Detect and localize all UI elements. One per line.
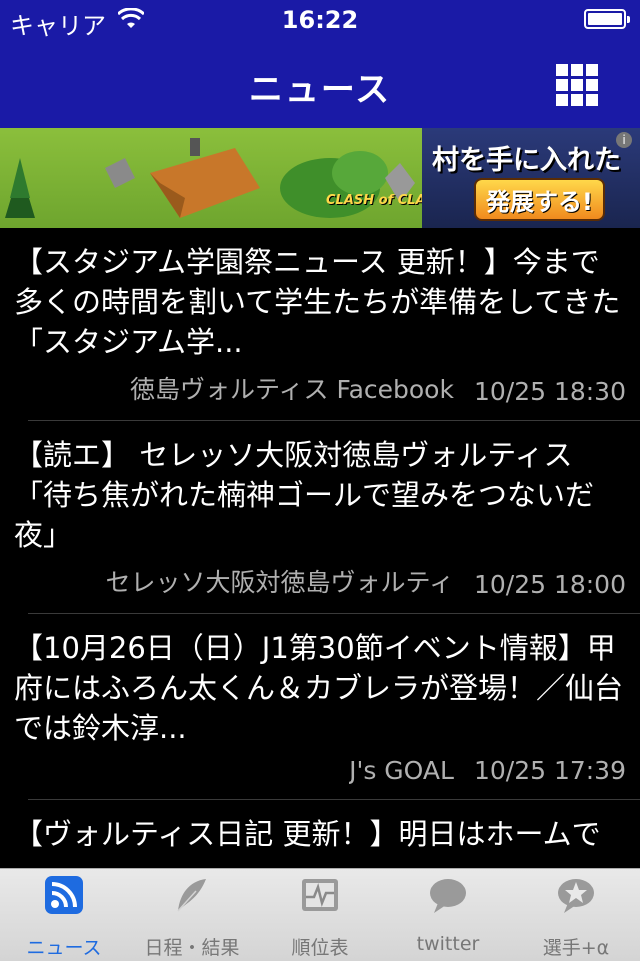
news-source: セレッソ大阪対徳島ヴォルティ xyxy=(105,568,454,597)
news-date: 10/25 17:39 xyxy=(473,756,626,785)
chart-icon xyxy=(302,879,338,911)
news-source: 徳島ヴォルティス Facebook xyxy=(130,375,454,404)
tab-bar: ニュース 日程・結果 順位表 twitter 選手+α xyxy=(0,868,640,961)
news-source: J's GOAL xyxy=(349,756,454,785)
feather-icon xyxy=(177,879,206,912)
battery-icon xyxy=(584,9,630,29)
news-meta: J's GOAL 10/25 17:39 xyxy=(14,756,626,785)
tab-label: 順位表 xyxy=(291,937,349,959)
star-bubble-icon xyxy=(558,879,594,913)
ad-banner[interactable]: CLASH of CLANS 村を手に入れた 発展する! i xyxy=(0,128,640,228)
news-text: 【10月26日（日）J1第30節イベント情報】甲府にはふろん太くん＆カブレラが登… xyxy=(14,631,624,745)
ad-headline: 村を手に入れた xyxy=(432,145,621,176)
tab-label: 選手+α xyxy=(542,937,610,959)
village-illustration xyxy=(5,138,415,218)
status-bar: キャリア 16:22 xyxy=(0,0,640,40)
navigation-bar: ニュース xyxy=(0,40,640,128)
news-item[interactable]: 【10月26日（日）J1第30節イベント情報】甲府にはふろん太くん＆カブレラが登… xyxy=(0,614,640,799)
tab-schedule[interactable]: 日程・結果 xyxy=(128,869,256,961)
news-item[interactable]: 【スタジアム学園祭ニュース 更新！】今まで多くの時間を割いて学生たちが準備をして… xyxy=(0,228,640,420)
tab-label: twitter xyxy=(416,933,480,955)
speech-bubble-icon xyxy=(430,879,466,913)
tab-news[interactable]: ニュース xyxy=(0,869,128,961)
news-text: 【スタジアム学園祭ニュース 更新！】今まで多くの時間を割いて学生たちが準備をして… xyxy=(14,245,621,359)
ad-cta-button[interactable]: 発展する! xyxy=(474,178,605,221)
banner-ad-panel[interactable]: 村を手に入れた 発展する! i xyxy=(422,128,640,228)
tab-players[interactable]: 選手+α xyxy=(512,869,640,961)
news-date: 10/25 18:00 xyxy=(473,570,626,599)
tab-twitter[interactable]: twitter xyxy=(384,869,512,961)
ad-info-icon[interactable]: i xyxy=(616,132,632,148)
grid-menu-button[interactable] xyxy=(556,64,598,106)
tab-standings[interactable]: 順位表 xyxy=(256,869,384,961)
tab-label: ニュース xyxy=(26,937,102,959)
news-text: 【ヴォルティス日記 更新！】明日はホームでの名古屋グランパス戦。前 xyxy=(14,817,601,858)
banner-game-art xyxy=(0,128,422,228)
status-time: 16:22 xyxy=(281,6,359,34)
news-item[interactable]: 【読エ】 セレッソ大阪対徳島ヴォルティス「待ち焦がれた楠神ゴールで望みをつないだ… xyxy=(0,421,640,613)
news-item[interactable]: 【ヴォルティス日記 更新！】明日はホームでの名古屋グランパス戦。前 xyxy=(0,800,640,858)
news-feed[interactable]: 【スタジアム学園祭ニュース 更新！】今まで多くの時間を割いて学生たちが準備をして… xyxy=(0,228,640,858)
news-meta: セレッソ大阪対徳島ヴォルティ 10/25 18:00 xyxy=(14,563,626,599)
news-meta: 徳島ヴォルティス Facebook 10/25 18:30 xyxy=(14,370,626,406)
page-title: ニュース xyxy=(248,70,392,110)
news-text: 【読エ】 セレッソ大阪対徳島ヴォルティス「待ち焦がれた楠神ゴールで望みをつないだ… xyxy=(14,438,595,552)
news-date: 10/25 18:30 xyxy=(473,377,626,406)
tab-label: 日程・結果 xyxy=(144,937,240,959)
rss-icon xyxy=(45,876,83,914)
